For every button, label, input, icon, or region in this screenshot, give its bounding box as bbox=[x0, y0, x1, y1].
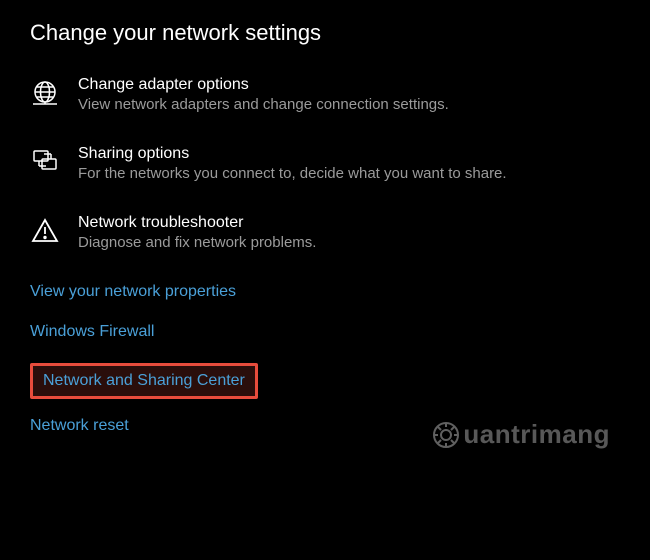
item-title: Sharing options bbox=[78, 145, 507, 163]
sharing-options-item[interactable]: Sharing options For the networks you con… bbox=[30, 145, 620, 182]
network-troubleshooter-item[interactable]: Network troubleshooter Diagnose and fix … bbox=[30, 214, 620, 251]
warning-icon bbox=[30, 216, 60, 246]
item-desc: View network adapters and change connect… bbox=[78, 96, 449, 113]
network-reset-link[interactable]: Network reset bbox=[30, 417, 129, 435]
item-title: Network troubleshooter bbox=[78, 214, 316, 232]
item-desc: For the networks you connect to, decide … bbox=[78, 165, 507, 182]
highlight-box: Network and Sharing Center bbox=[30, 363, 258, 399]
view-network-properties-link[interactable]: View your network properties bbox=[30, 283, 236, 301]
globe-icon bbox=[30, 78, 60, 108]
item-desc: Diagnose and fix network problems. bbox=[78, 234, 316, 251]
windows-firewall-link[interactable]: Windows Firewall bbox=[30, 323, 154, 341]
item-title: Change adapter options bbox=[78, 76, 449, 94]
change-adapter-options-item[interactable]: Change adapter options View network adap… bbox=[30, 76, 620, 113]
section-title: Change your network settings bbox=[30, 20, 620, 46]
sharing-icon bbox=[30, 147, 60, 177]
network-sharing-center-link[interactable]: Network and Sharing Center bbox=[43, 372, 245, 389]
